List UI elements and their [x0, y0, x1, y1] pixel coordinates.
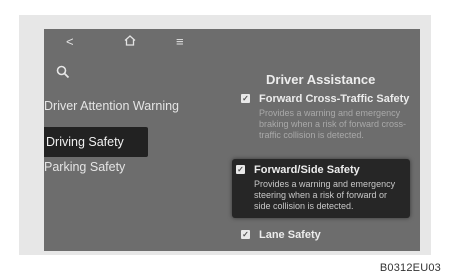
section-title: Driver Assistance — [266, 72, 376, 87]
checkbox-icon[interactable]: ✓ — [241, 94, 250, 103]
figure-code: B0312EU03 — [379, 262, 441, 274]
nav-item-parking-safety[interactable]: Parking Safety — [44, 160, 125, 174]
menu-icon[interactable]: ≡ — [176, 35, 184, 48]
infotainment-screen: < ≡ Driver Attention Warning Driving Saf… — [44, 29, 420, 251]
option-forward-cross-traffic-safety[interactable]: ✓ Forward Cross-Traffic Safety Provides … — [241, 93, 411, 141]
option-title: Forward/Side Safety — [254, 164, 360, 176]
option-lane-safety[interactable]: ✓ Lane Safety — [241, 229, 411, 242]
checkbox-icon[interactable]: ✓ — [236, 165, 245, 174]
option-description: Provides a warning and emergency braking… — [259, 108, 407, 140]
back-icon[interactable]: < — [66, 35, 74, 48]
option-description: Provides a warning and emergency steerin… — [254, 179, 396, 211]
option-forward-side-safety[interactable]: ✓ Forward/Side Safety Provides a warning… — [232, 159, 410, 218]
nav-item-driving-safety[interactable]: Driving Safety — [44, 127, 148, 157]
option-title: Lane Safety — [259, 229, 321, 241]
home-icon[interactable] — [124, 35, 136, 46]
option-title: Forward Cross-Traffic Safety — [259, 93, 410, 105]
search-icon[interactable] — [56, 65, 70, 79]
nav-item-driver-attention-warning[interactable]: Driver Attention Warning — [44, 99, 179, 113]
checkbox-icon[interactable]: ✓ — [241, 230, 250, 239]
